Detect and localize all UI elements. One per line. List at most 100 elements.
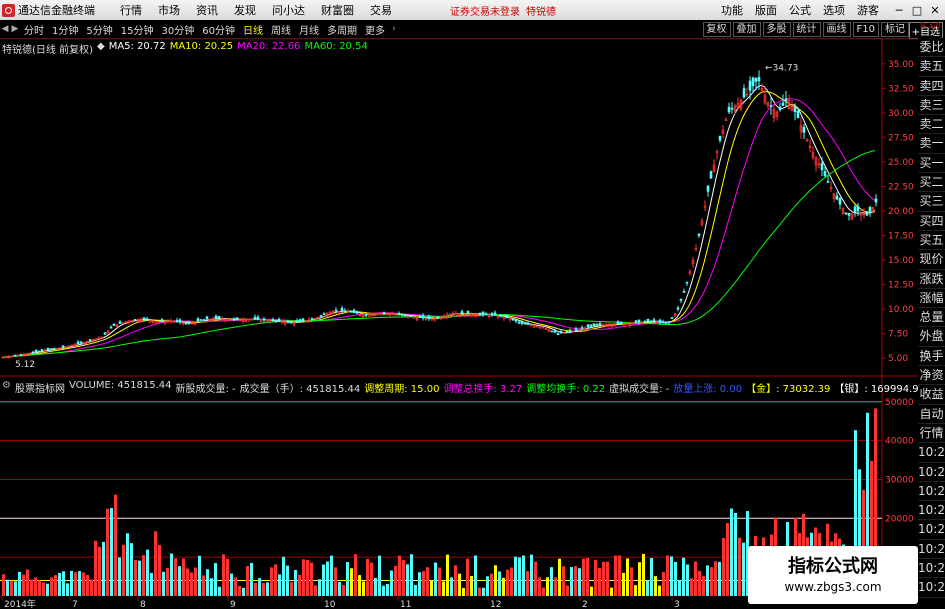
candle-body xyxy=(838,198,842,205)
menu-caifuquan[interactable]: 财富圈 xyxy=(313,2,362,18)
tab-outer[interactable]: 外盘 xyxy=(918,327,945,347)
volume-bar xyxy=(730,508,733,596)
volume-bar xyxy=(170,553,173,596)
volume-bar xyxy=(286,565,289,596)
tab-sell2[interactable]: 卖二 xyxy=(918,115,945,135)
biaoji-button[interactable]: 标记 xyxy=(881,21,909,37)
tab-buy2[interactable]: 买二 xyxy=(918,173,945,193)
volume-bar xyxy=(554,577,557,596)
price-annotation: 5.12 xyxy=(15,360,35,370)
period-fenshi[interactable]: 分时 xyxy=(20,22,48,37)
duogu-button[interactable]: 多股 xyxy=(762,21,791,37)
time-row: 10:2 xyxy=(918,443,945,463)
period-30min[interactable]: 30分钟 xyxy=(157,22,198,37)
period-daily[interactable]: 日线 xyxy=(239,22,267,37)
candle-body xyxy=(730,107,734,110)
menu-xuanxiang[interactable]: 选项 xyxy=(817,2,851,18)
volume-bar xyxy=(330,555,333,596)
minimize-icon[interactable]: ─ xyxy=(891,4,907,17)
login-notice[interactable]: 证券交易未登录 xyxy=(450,3,520,18)
candle-body xyxy=(580,327,584,329)
period-weekly[interactable]: 周线 xyxy=(267,22,295,37)
tab-buy1[interactable]: 买一 xyxy=(918,154,945,174)
price-annotation: ←34.73 xyxy=(765,63,798,73)
volume-bar xyxy=(118,557,121,596)
right-top-label: R 3.0 xyxy=(920,21,941,30)
menu-banmian[interactable]: 版面 xyxy=(749,2,783,18)
volume-bar xyxy=(366,558,369,596)
volume-bar xyxy=(562,566,565,596)
volume-bar xyxy=(266,582,269,596)
maximize-icon[interactable]: □ xyxy=(909,4,925,17)
period-more[interactable]: 更多 xyxy=(361,22,389,37)
tab-auto[interactable]: 自动 xyxy=(918,405,945,424)
tab-price[interactable]: 现价 xyxy=(918,250,945,270)
volume-bar xyxy=(530,554,533,596)
tab-buy5[interactable]: 买五 xyxy=(918,231,945,251)
tab-sell3[interactable]: 卖三 xyxy=(918,96,945,116)
candle-body xyxy=(649,320,653,323)
volume-bar xyxy=(386,583,389,596)
tab-sell5[interactable]: 卖五 xyxy=(918,57,945,77)
tab-quote[interactable]: 行情 xyxy=(918,424,945,444)
candle-body xyxy=(409,315,413,318)
volume-bar xyxy=(146,549,149,596)
menu-shichang[interactable]: 市场 xyxy=(150,2,188,18)
fuquan-button[interactable]: 复权 xyxy=(702,21,731,37)
tab-change[interactable]: 涨跌 xyxy=(918,270,945,289)
nav-next-icon[interactable]: ▶ xyxy=(10,24,20,34)
nav-prev-icon[interactable]: ◀ xyxy=(0,24,10,34)
kline-chart[interactable]: 5.007.5010.0012.5015.0017.5020.0022.5025… xyxy=(0,38,918,609)
tongji-button[interactable]: 统计 xyxy=(792,21,821,37)
tab-turnover[interactable]: 换手 xyxy=(918,347,945,367)
f10-button[interactable]: F10 xyxy=(852,21,879,37)
tab-volume[interactable]: 总量 xyxy=(918,308,945,328)
candle-body xyxy=(667,321,671,324)
volume-bar xyxy=(442,581,445,596)
time-row: 10:2 xyxy=(918,482,945,502)
menu-gongneng[interactable]: 功能 xyxy=(715,2,749,18)
menu-wenxiaoda[interactable]: 问小达 xyxy=(264,2,313,18)
tab-weibi[interactable]: 委比 xyxy=(918,38,945,58)
volume-bar xyxy=(238,585,241,596)
volume-bar xyxy=(658,585,661,596)
menu-faxian[interactable]: 发现 xyxy=(226,2,264,18)
menu-zixun[interactable]: 资讯 xyxy=(188,2,226,18)
period-5min[interactable]: 5分钟 xyxy=(82,22,116,37)
volume-bar xyxy=(642,553,645,596)
tab-sell1[interactable]: 卖一 xyxy=(918,134,945,154)
menu-guest[interactable]: 游客 xyxy=(851,2,885,18)
period-1min[interactable]: 1分钟 xyxy=(48,22,82,37)
tab-buy4[interactable]: 买四 xyxy=(918,212,945,231)
candle-body xyxy=(553,330,557,333)
volume-bar xyxy=(166,567,169,596)
tab-netasset[interactable]: 净资 xyxy=(918,366,945,386)
volume-bar xyxy=(378,555,381,596)
huaxian-button[interactable]: 画线 xyxy=(822,21,851,37)
tab-earning[interactable]: 收益 xyxy=(918,385,945,405)
volume-bar xyxy=(422,571,425,596)
diejia-button[interactable]: 叠加 xyxy=(732,21,761,37)
candle-body xyxy=(295,320,299,323)
candle-body xyxy=(322,313,326,316)
volume-bar xyxy=(610,587,613,596)
candle-body xyxy=(196,318,200,322)
tab-sell4[interactable]: 卖四 xyxy=(918,77,945,96)
candle-body xyxy=(520,321,524,324)
tab-pct[interactable]: 涨幅 xyxy=(918,289,945,309)
menu-hangqing[interactable]: 行情 xyxy=(112,2,150,18)
period-15min[interactable]: 15分钟 xyxy=(117,22,158,37)
menu-jiaoyi[interactable]: 交易 xyxy=(362,2,400,18)
close-icon[interactable]: ✕ xyxy=(927,4,943,17)
period-monthly[interactable]: 月线 xyxy=(295,22,323,37)
volume-bar xyxy=(26,569,29,596)
candle-body xyxy=(61,345,65,348)
menu-gongshi[interactable]: 公式 xyxy=(783,2,817,18)
time-row: 10:2 xyxy=(918,559,945,579)
period-multi[interactable]: 多周期 xyxy=(323,22,361,37)
period-60min[interactable]: 60分钟 xyxy=(198,22,239,37)
volume-bar xyxy=(62,571,65,596)
candle-body xyxy=(112,323,116,326)
more-arrow-icon[interactable]: › xyxy=(389,24,399,34)
tab-buy3[interactable]: 买三 xyxy=(918,192,945,212)
